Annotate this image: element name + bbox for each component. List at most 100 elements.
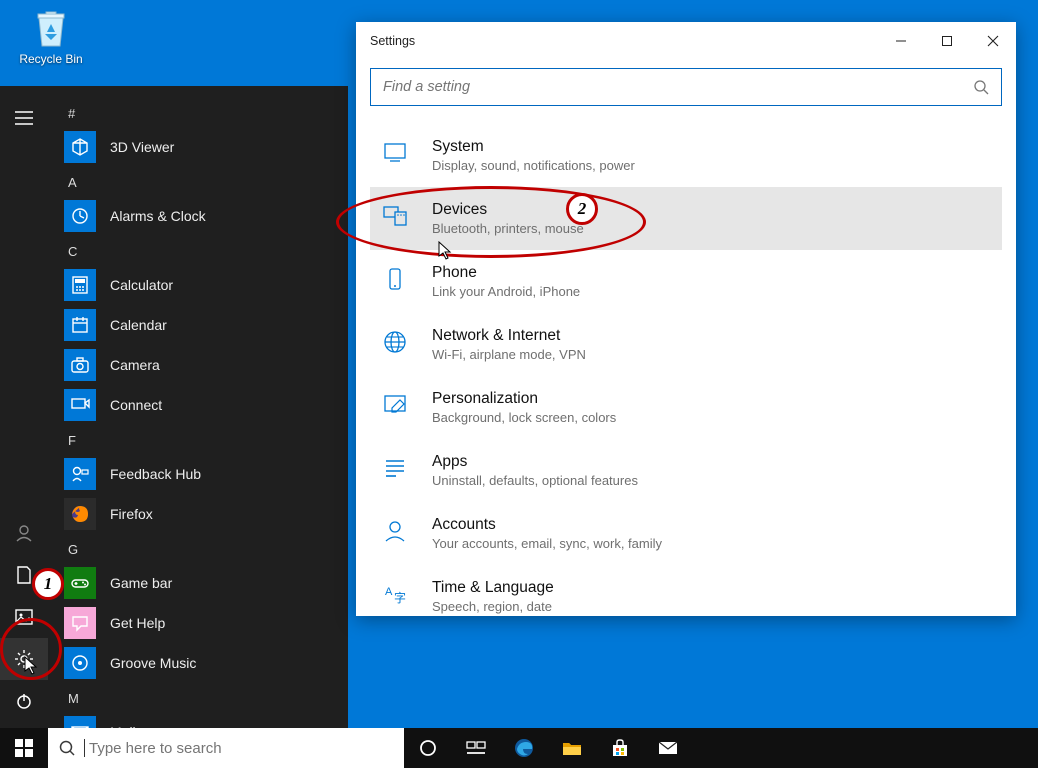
settings-category-apps[interactable]: AppsUninstall, defaults, optional featur… (370, 439, 1002, 502)
app-label: Camera (110, 357, 160, 373)
edge-icon (513, 737, 535, 759)
app-label: Get Help (110, 615, 165, 631)
svg-text:A: A (385, 586, 393, 598)
category-title: Accounts (432, 516, 662, 534)
start-app-alarms-clock[interactable]: Alarms & Clock (56, 196, 340, 236)
start-menu-app-list[interactable]: # 3D Viewer A Alarms & Clock C Calculato… (48, 86, 348, 728)
start-app-calendar[interactable]: Calendar (56, 305, 340, 345)
accounts-icon (382, 518, 412, 549)
window-close-button[interactable] (970, 22, 1016, 60)
taskbar-cortana-button[interactable] (404, 728, 452, 768)
system-icon (382, 140, 412, 171)
taskbar-search-box[interactable] (48, 728, 404, 768)
start-list-header-m[interactable]: M (56, 683, 340, 712)
start-app-camera[interactable]: Camera (56, 345, 340, 385)
taskbar-search-input[interactable] (89, 740, 394, 757)
camera-icon (64, 349, 96, 381)
start-app-3d-viewer[interactable]: 3D Viewer (56, 127, 340, 167)
app-label: Alarms & Clock (110, 208, 206, 224)
settings-search-input[interactable] (383, 79, 973, 95)
start-menu-rail (0, 86, 48, 728)
gear-icon (15, 650, 33, 668)
taskbar-file-explorer-button[interactable] (548, 728, 596, 768)
window-minimize-button[interactable] (878, 22, 924, 60)
start-menu: # 3D Viewer A Alarms & Clock C Calculato… (0, 86, 348, 728)
maximize-icon (941, 35, 953, 47)
minimize-icon (895, 35, 907, 47)
start-app-mail[interactable]: Mail (56, 712, 340, 728)
category-subtitle: Display, sound, notifications, power (432, 158, 635, 173)
documents-icon (16, 566, 32, 584)
close-icon (987, 35, 999, 47)
gethelp-icon (64, 607, 96, 639)
groove-icon (64, 647, 96, 679)
settings-category-personalization[interactable]: PersonalizationBackground, lock screen, … (370, 376, 1002, 439)
category-title: Devices (432, 201, 584, 219)
category-subtitle: Your accounts, email, sync, work, family (432, 536, 662, 551)
start-menu-hamburger[interactable] (0, 86, 48, 128)
settings-category-network[interactable]: Network & Internet Wi-Fi, airplane mode, … (370, 313, 1002, 376)
windows-logo-icon (15, 739, 33, 757)
category-title: Personalization (432, 390, 616, 408)
app-label: Calculator (110, 277, 173, 293)
devices-icon (382, 203, 412, 234)
start-list-header-f[interactable]: F (56, 425, 340, 454)
power-icon (15, 692, 33, 710)
search-icon (973, 79, 989, 95)
start-list-header-c[interactable]: C (56, 236, 340, 265)
calculator-icon (64, 269, 96, 301)
start-app-connect[interactable]: Connect (56, 385, 340, 425)
window-maximize-button[interactable] (924, 22, 970, 60)
category-title: System (432, 138, 635, 156)
start-app-groove-music[interactable]: Groove Music (56, 643, 340, 683)
settings-search-box[interactable] (370, 68, 1002, 106)
hamburger-icon (15, 111, 33, 125)
taskbar-mail-button[interactable] (644, 728, 692, 768)
app-label: Calendar (110, 317, 167, 333)
taskbar-task-view-button[interactable] (452, 728, 500, 768)
start-list-header-g[interactable]: G (56, 534, 340, 563)
start-documents-button[interactable] (0, 554, 48, 596)
start-app-feedback-hub[interactable]: Feedback Hub (56, 454, 340, 494)
mail-icon (657, 739, 679, 757)
category-subtitle: Link your Android, iPhone (432, 284, 580, 299)
settings-category-phone[interactable]: Phone Link your Android, iPhone (370, 250, 1002, 313)
category-title: Time & Language (432, 579, 554, 597)
recycle-bin-label: Recycle Bin (14, 52, 88, 66)
category-subtitle: Wi-Fi, airplane mode, VPN (432, 347, 586, 362)
store-icon (610, 738, 630, 758)
settings-titlebar[interactable]: Settings (356, 22, 1016, 60)
start-app-calculator[interactable]: Calculator (56, 265, 340, 305)
start-list-header-a[interactable]: A (56, 167, 340, 196)
taskbar (0, 728, 1038, 768)
start-settings-button[interactable] (0, 638, 48, 680)
category-title: Phone (432, 264, 580, 282)
settings-category-time-language[interactable]: A字 Time & LanguageSpeech, region, date (370, 565, 1002, 616)
network-icon (382, 329, 412, 360)
desktop-icon-recycle-bin[interactable]: Recycle Bin (14, 6, 88, 66)
category-title: Network & Internet (432, 327, 586, 345)
settings-category-devices[interactable]: Devices Bluetooth, printers, mouse (370, 187, 1002, 250)
user-icon (15, 524, 33, 542)
time-language-icon: A字 (382, 581, 412, 612)
app-label: Game bar (110, 575, 172, 591)
pictures-icon (15, 609, 33, 625)
category-subtitle: Bluetooth, printers, mouse (432, 221, 584, 236)
category-title: Apps (432, 453, 638, 471)
start-app-game-bar[interactable]: Game bar (56, 563, 340, 603)
settings-category-system[interactable]: System Display, sound, notifications, pow… (370, 124, 1002, 187)
firefox-icon (64, 498, 96, 530)
settings-category-accounts[interactable]: Accounts Your accounts, email, sync, work… (370, 502, 1002, 565)
app-label: 3D Viewer (110, 139, 174, 155)
start-pictures-button[interactable] (0, 596, 48, 638)
start-power-button[interactable] (0, 680, 48, 722)
start-app-firefox[interactable]: Firefox (56, 494, 340, 534)
start-user-button[interactable] (0, 512, 48, 554)
start-list-header-hash[interactable]: # (56, 98, 340, 127)
settings-category-list: System Display, sound, notifications, pow… (370, 124, 1002, 616)
start-app-get-help[interactable]: Get Help (56, 603, 340, 643)
taskbar-store-button[interactable] (596, 728, 644, 768)
apps-icon (382, 455, 412, 486)
taskbar-start-button[interactable] (0, 728, 48, 768)
taskbar-edge-button[interactable] (500, 728, 548, 768)
